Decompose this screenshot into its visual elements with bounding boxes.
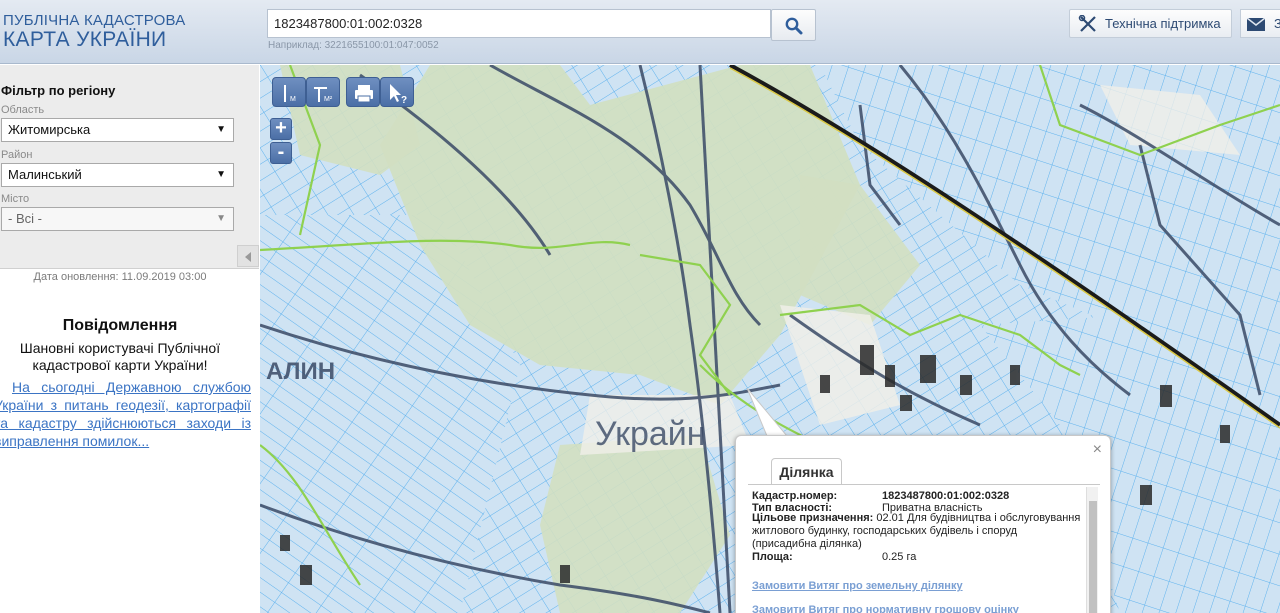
header: ПУБЛІЧНА КАДАСТРОВА КАРТА УКРАЇНИ 182348… [0, 0, 1280, 64]
tech-support-button[interactable]: Технічна підтримка [1069, 9, 1232, 38]
notice-greeting: Шановні користувачі Публічної кадастрово… [19, 340, 221, 373]
oblast-select-value: Житомирська [8, 122, 91, 137]
svg-text:M: M [290, 96, 296, 103]
identify-button[interactable]: ? [380, 77, 414, 107]
rayon-select-value: Малинський [8, 167, 82, 182]
tab-parcel[interactable]: Ділянка [771, 458, 842, 485]
logo-line-1: ПУБЛІЧНА КАДАСТРОВА [3, 12, 186, 29]
update-date: Дата оновлення: 11.09.2019 03:00 [33, 271, 207, 283]
popup-scrollbar[interactable] [1086, 487, 1098, 613]
misto-label: Місто [1, 193, 30, 205]
cadastral-search-input[interactable]: 1823487800:01:002:0328 [267, 9, 771, 38]
map-label-malin: АЛИН [266, 358, 335, 385]
ruler-icon: M [284, 85, 296, 103]
filter-title: Фільтр по регіону [1, 83, 116, 98]
parcel-info-popup: × Ділянка Кадастр.номер: 1823487800:01:0… [735, 435, 1111, 613]
measure-distance-button[interactable]: M [272, 77, 306, 107]
search-icon [785, 17, 803, 35]
dropdown-arrow-icon: ▼ [216, 124, 226, 135]
cadastral-label: Кадастр.номер: [752, 490, 838, 502]
parcel-info-body: Кадастр.номер: 1823487800:01:002:0328 Ти… [748, 487, 1088, 613]
map-label-ukraina: Украйн [595, 415, 706, 453]
search-hint: Наприклад: 3221655100:01:047:0052 [268, 40, 439, 51]
purpose-label: Цільове призначення: [752, 512, 874, 524]
notice-title: Повідомлення [62, 317, 178, 334]
svg-text:?: ? [401, 95, 407, 106]
cadastral-map[interactable]: АЛИН Украйн M M² ? + - × Ділянка Кадастр… [260, 65, 1280, 613]
rayon-label: Район [1, 149, 33, 161]
notice-link[interactable]: На сьогодні Державною службою України з … [0, 378, 251, 450]
dropdown-arrow-icon: ▼ [216, 213, 226, 224]
print-button[interactable] [346, 77, 380, 107]
tools-icon [1078, 15, 1096, 32]
oblast-label: Область [1, 104, 45, 116]
logo-line-2: КАРТА УКРАЇНИ [3, 28, 167, 51]
misto-select-value: - Всі - [8, 211, 42, 226]
tech-support-label: Технічна підтримка [1105, 16, 1221, 31]
site-logo[interactable]: ПУБЛІЧНА КАДАСТРОВА КАРТА УКРАЇНИ [3, 12, 185, 51]
envelope-icon [1247, 18, 1265, 31]
popup-pointer [747, 388, 787, 437]
order-parcel-extract-link[interactable]: Замовити Витяг про земельну ділянку [752, 580, 963, 592]
oblast-select[interactable]: Житомирська ▼ [1, 118, 234, 142]
svg-text:M²: M² [324, 96, 333, 103]
printer-icon [355, 85, 373, 103]
measure-area-button[interactable]: M² [306, 77, 340, 107]
close-icon[interactable]: × [1093, 441, 1102, 459]
mail-button[interactable]: З [1240, 9, 1280, 38]
mail-label: З [1274, 16, 1280, 31]
tab-divider [748, 484, 1100, 485]
rayon-select[interactable]: Малинський ▼ [1, 163, 234, 187]
area-label: Площа: [752, 551, 793, 563]
pointer-help-icon: ? [390, 84, 407, 106]
zoom-in-button[interactable]: + [270, 118, 292, 140]
dropdown-arrow-icon: ▼ [216, 169, 226, 180]
search-button[interactable] [771, 9, 816, 41]
cadastral-value: 1823487800:01:002:0328 [882, 490, 1010, 502]
area-value: 0.25 га [882, 551, 917, 563]
misto-select[interactable]: - Всі - ▼ [1, 207, 234, 231]
sidebar: Фільтр по регіону Область Житомирська ▼ … [0, 65, 259, 613]
purpose-row: Цільове призначення: 02.01 Для будівницт… [752, 512, 1084, 551]
collapse-sidebar-button[interactable] [237, 245, 259, 267]
order-valuation-extract-link[interactable]: Замовити Витяг про нормативну грошову оц… [752, 604, 1019, 613]
zoom-out-button[interactable]: - [270, 142, 292, 164]
area-ruler-icon: M² [314, 87, 333, 103]
region-filter: Фільтр по регіону Область Житомирська ▼ … [0, 65, 259, 269]
